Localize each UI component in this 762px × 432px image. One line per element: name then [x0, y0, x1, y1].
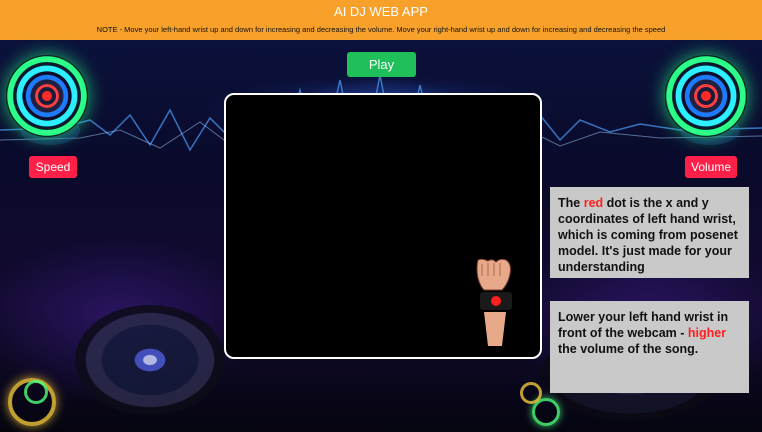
volume-instruction-box: Lower your left hand wrist in front of t…: [550, 301, 749, 393]
info-highlight: higher: [687, 326, 727, 340]
speaker-knob-icon: [6, 55, 88, 137]
speaker-knob-icon: [665, 55, 747, 137]
info-text: The: [558, 196, 584, 210]
deck-light-ring: [520, 382, 542, 404]
volume-label: Volume: [685, 156, 737, 178]
app-title: AI DJ WEB APP: [334, 4, 428, 19]
app-header: AI DJ WEB APP NOTE - Move your left-hand…: [0, 0, 762, 40]
instructions-note: NOTE - Move your left-hand wrist up and …: [96, 25, 666, 34]
wrist-hand-icon: [476, 258, 512, 346]
speed-label: Speed: [29, 156, 77, 178]
info-text: the volume of the song.: [558, 342, 699, 356]
deck-light-ring: [24, 380, 48, 404]
left-turntable-graphic: [75, 305, 225, 415]
red-dot-info-box: The red dot is the x and y coordinates o…: [550, 187, 749, 278]
info-highlight: red: [583, 196, 604, 210]
play-button[interactable]: Play: [347, 52, 416, 77]
